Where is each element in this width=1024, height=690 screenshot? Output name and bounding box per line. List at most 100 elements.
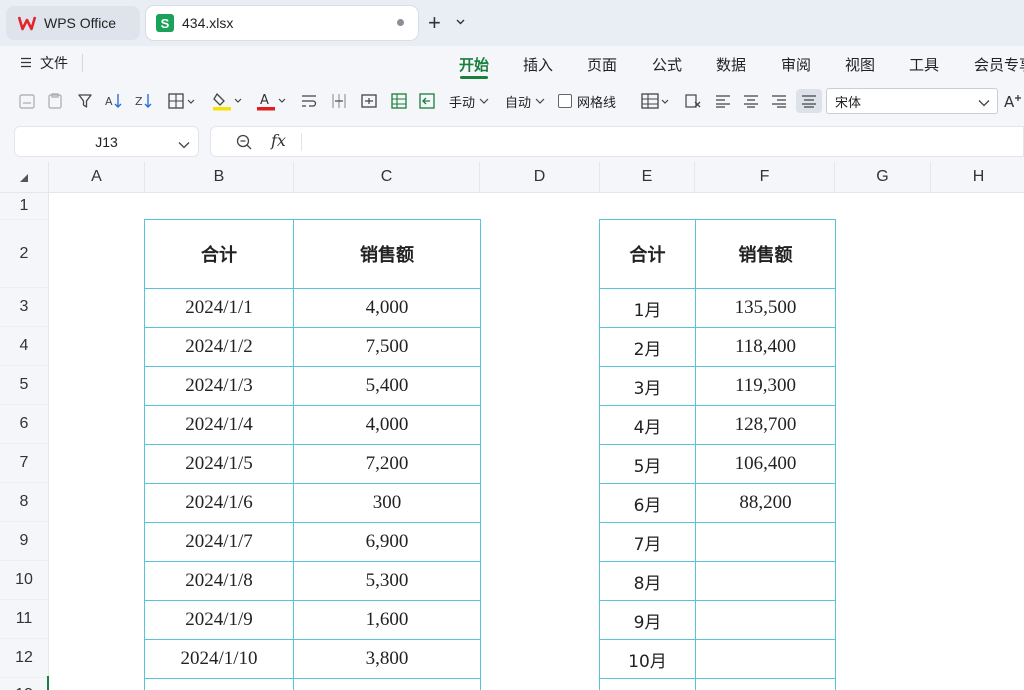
date-cell[interactable]: 2024/1/4 — [144, 405, 294, 445]
fill-color-dropdown[interactable] — [210, 89, 246, 113]
name-box[interactable]: J13 — [14, 126, 199, 157]
sales-cell[interactable]: 135,500 — [695, 288, 836, 328]
month-cell[interactable]: 8月 — [599, 561, 696, 601]
sales-cell[interactable]: 128,700 — [695, 405, 836, 445]
function-icon[interactable]: fx — [271, 131, 286, 150]
date-cell[interactable]: 2024/1/5 — [144, 444, 294, 484]
row-header-4[interactable]: 4 — [0, 327, 49, 366]
clear-format-icon[interactable] — [682, 89, 704, 113]
sales-cell[interactable] — [695, 522, 836, 562]
tab-tools[interactable]: 工具 — [909, 54, 939, 75]
column-header-h[interactable]: H — [931, 162, 1024, 193]
column-header-g[interactable]: G — [835, 162, 931, 193]
date-cell[interactable]: 2024/1/10 — [144, 639, 294, 679]
sales-cell[interactable]: 6,900 — [293, 522, 481, 562]
row-header-13[interactable]: 13 — [0, 678, 49, 690]
column-header-f[interactable]: F — [695, 162, 835, 193]
align-center-icon[interactable] — [740, 89, 762, 113]
date-cell[interactable]: 2024/1/2 — [144, 327, 294, 367]
sales-cell[interactable] — [695, 561, 836, 601]
sales-cell[interactable]: 7,200 — [293, 444, 481, 484]
column-header-a[interactable]: A — [49, 162, 145, 193]
row-header-6[interactable]: 6 — [0, 405, 49, 444]
row-header-1[interactable]: 1 — [0, 193, 49, 220]
increase-font-size-icon[interactable]: A — [1002, 89, 1024, 113]
wrap-text-icon[interactable] — [298, 89, 320, 113]
column-header-b[interactable]: B — [145, 162, 294, 193]
month-cell[interactable]: 2月 — [599, 327, 696, 367]
date-cell[interactable] — [144, 678, 294, 690]
zoom-icon[interactable] — [235, 133, 253, 154]
sales-cell[interactable]: 4,000 — [293, 405, 481, 445]
row-header-5[interactable]: 5 — [0, 366, 49, 405]
row-header-7[interactable]: 7 — [0, 444, 49, 483]
tab-home[interactable]: 开始 — [459, 54, 489, 75]
date-cell[interactable]: 2024/1/7 — [144, 522, 294, 562]
sales-cell[interactable]: 4,000 — [293, 288, 481, 328]
sales-cell[interactable]: 300 — [293, 483, 481, 523]
month-cell[interactable]: 10月 — [599, 639, 696, 679]
sales-cell[interactable] — [293, 678, 481, 690]
sales-cell[interactable]: 5,300 — [293, 561, 481, 601]
date-cell[interactable]: 2024/1/1 — [144, 288, 294, 328]
tab-formula[interactable]: 公式 — [652, 54, 682, 75]
header-cell-sales[interactable]: 销售额 — [293, 219, 481, 289]
formula-input-area[interactable]: fx — [210, 126, 1024, 157]
column-header-d[interactable]: D — [480, 162, 600, 193]
paste-special-icon[interactable] — [44, 89, 66, 113]
sales-cell[interactable] — [695, 678, 836, 690]
sales-cell[interactable]: 3,800 — [293, 639, 481, 679]
gridlines-checkbox[interactable]: 网格线 — [558, 89, 624, 113]
sort-descending-icon[interactable]: Z — [132, 89, 156, 113]
spreadsheet-grid[interactable]: A B C D E F G H 1 2 3 4 5 6 7 8 9 10 11 … — [0, 162, 1024, 690]
align-right-icon[interactable] — [768, 89, 790, 113]
month-cell[interactable]: 5月 — [599, 444, 696, 484]
borders-dropdown[interactable] — [164, 89, 200, 113]
tab-view[interactable]: 视图 — [845, 54, 875, 75]
month-cell[interactable] — [599, 678, 696, 690]
select-all-corner[interactable] — [0, 162, 49, 193]
align-left-icon[interactable] — [712, 89, 734, 113]
row-header-8[interactable]: 8 — [0, 483, 49, 522]
auto-calc-dropdown[interactable]: 自动 — [502, 89, 548, 113]
align-justify-icon[interactable] — [796, 89, 822, 113]
freeze-panes-icon[interactable] — [416, 89, 438, 113]
sales-cell[interactable] — [695, 639, 836, 679]
column-header-e[interactable]: E — [600, 162, 695, 193]
sales-cell[interactable]: 118,400 — [695, 327, 836, 367]
format-as-text-icon[interactable] — [16, 89, 38, 113]
sales-cell[interactable]: 1,600 — [293, 600, 481, 640]
column-width-icon[interactable] — [328, 89, 350, 113]
cell-style-dropdown[interactable] — [638, 89, 674, 113]
date-cell[interactable]: 2024/1/3 — [144, 366, 294, 406]
row-header-2[interactable]: 2 — [0, 220, 49, 288]
tab-review[interactable]: 审阅 — [781, 54, 811, 75]
header-cell-total[interactable]: 合计 — [144, 219, 294, 289]
date-cell[interactable]: 2024/1/8 — [144, 561, 294, 601]
row-header-3[interactable]: 3 — [0, 288, 49, 327]
file-menu-button[interactable]: 文件 — [20, 53, 68, 73]
tab-page[interactable]: 页面 — [587, 54, 617, 75]
sales-cell[interactable] — [695, 600, 836, 640]
month-cell[interactable]: 4月 — [599, 405, 696, 445]
insert-cell-icon[interactable] — [358, 89, 380, 113]
header-cell-total[interactable]: 合计 — [599, 219, 696, 289]
font-family-select[interactable]: 宋体 — [826, 88, 998, 114]
unsaved-dot-icon[interactable] — [397, 19, 404, 26]
row-header-12[interactable]: 12 — [0, 639, 49, 678]
month-cell[interactable]: 3月 — [599, 366, 696, 406]
sales-cell[interactable]: 7,500 — [293, 327, 481, 367]
file-tab[interactable]: S 434.xlsx — [146, 6, 418, 40]
chevron-down-icon[interactable] — [178, 136, 190, 152]
tab-insert[interactable]: 插入 — [523, 54, 553, 75]
sort-ascending-icon[interactable]: A — [102, 89, 126, 113]
sales-cell[interactable]: 119,300 — [695, 366, 836, 406]
date-cell[interactable]: 2024/1/6 — [144, 483, 294, 523]
filter-icon[interactable] — [74, 89, 96, 113]
month-cell[interactable]: 6月 — [599, 483, 696, 523]
font-color-dropdown[interactable]: A — [254, 89, 290, 113]
sales-cell[interactable]: 106,400 — [695, 444, 836, 484]
tab-list-chevron-icon[interactable] — [456, 17, 465, 28]
sales-cell[interactable]: 5,400 — [293, 366, 481, 406]
month-cell[interactable]: 1月 — [599, 288, 696, 328]
